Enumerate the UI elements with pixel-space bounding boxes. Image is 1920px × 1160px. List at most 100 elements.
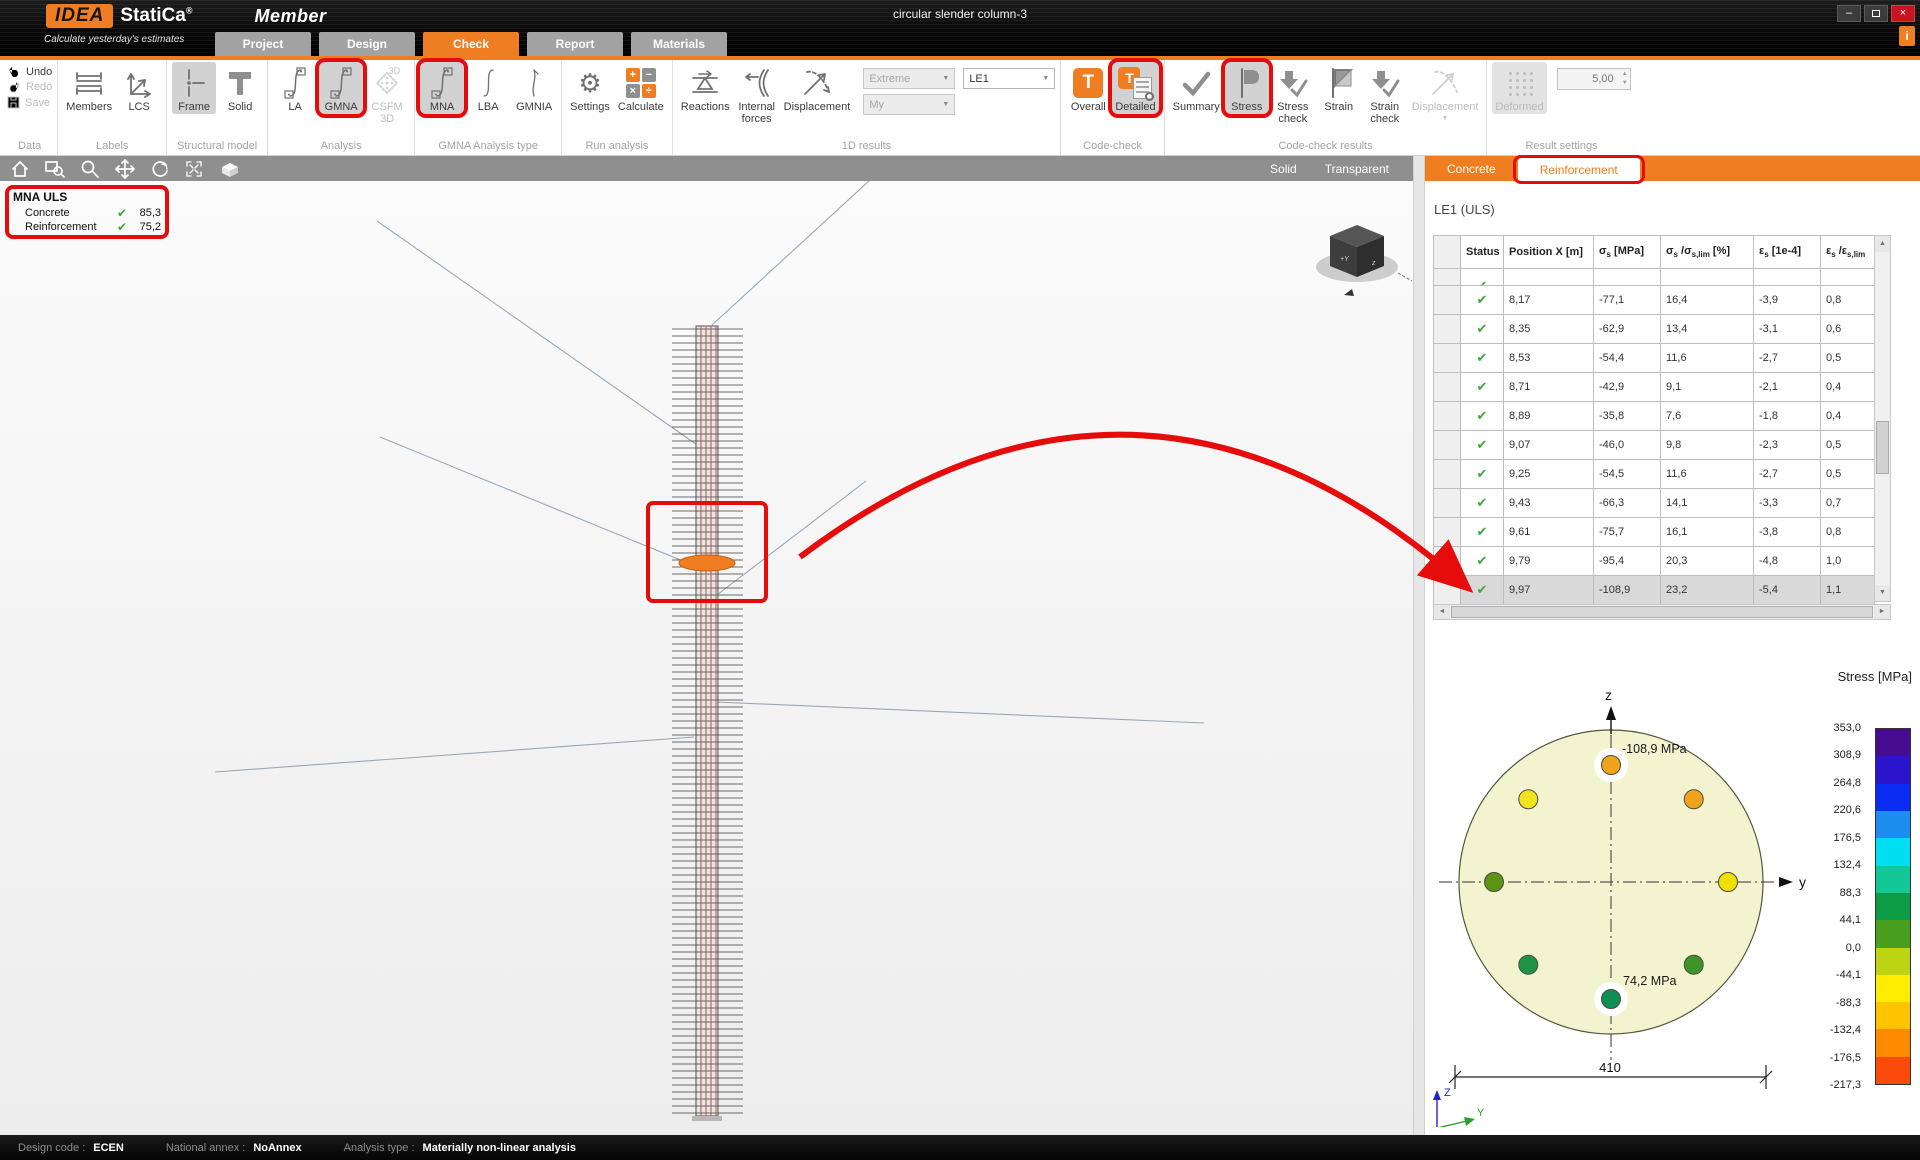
- la-icon: [284, 65, 306, 101]
- zoom-window-icon[interactable]: [44, 159, 66, 179]
- tab-check[interactable]: Check: [423, 32, 519, 56]
- gmna-button[interactable]: GMNA: [319, 62, 363, 114]
- calculate-button[interactable]: +− ×÷ Calculate: [615, 62, 667, 114]
- rebar-point[interactable]: [1602, 756, 1621, 775]
- column-base: [692, 1116, 722, 1121]
- rebar-point[interactable]: [1519, 790, 1538, 809]
- table-row[interactable]: ✔8,35-62,913,4-3,10,6: [1434, 315, 1875, 344]
- table-row[interactable]: ✔9,25-54,511,6-2,70,5: [1434, 460, 1875, 489]
- spinner-arrows-icon[interactable]: ▲▼: [1622, 70, 1628, 88]
- results-table[interactable]: StatusPosition X [m]σs [MPa]σs /σs,lim […: [1433, 235, 1875, 605]
- status-item: National annex :NoAnnex: [166, 1142, 302, 1154]
- table-row[interactable]: ✔9,97-108,923,2-5,41,1: [1434, 576, 1875, 605]
- rebar-point[interactable]: [1519, 955, 1538, 974]
- viewport-toolbar: Solid Transparent: [0, 156, 1413, 181]
- rebar-point[interactable]: [1684, 955, 1703, 974]
- la-button[interactable]: LA: [273, 62, 317, 114]
- stress-button[interactable]: Stress: [1225, 62, 1269, 114]
- frame-button[interactable]: Frame: [172, 62, 216, 114]
- tab-design[interactable]: Design: [319, 32, 415, 56]
- gmnia-label: GMNIA: [516, 101, 552, 113]
- pan-icon[interactable]: [114, 158, 136, 180]
- summary-button[interactable]: Summary: [1170, 62, 1223, 114]
- undo-button[interactable]: Undo: [7, 66, 52, 78]
- loadcase-dropdown[interactable]: LE1▼: [963, 68, 1055, 89]
- table-row[interactable]: ✔: [1434, 269, 1875, 286]
- view-cube[interactable]: +Y z: [1316, 225, 1412, 296]
- table-row[interactable]: ✔8,53-54,411,6-2,70,5: [1434, 344, 1875, 373]
- rebar-point[interactable]: [1684, 790, 1703, 809]
- tab-materials[interactable]: Materials: [631, 32, 727, 56]
- csfm-3d-button[interactable]: 3D CSFM3D: [365, 62, 409, 126]
- tab-project[interactable]: Project: [215, 32, 311, 56]
- rebar-point[interactable]: [1719, 873, 1738, 892]
- tab-reinforcement[interactable]: Reinforcement: [1518, 158, 1640, 181]
- solid-icon: [226, 65, 254, 101]
- table-row[interactable]: ✔9,61-75,716,1-3,80,8: [1434, 518, 1875, 547]
- overall-button[interactable]: T Overall: [1066, 62, 1110, 114]
- table-row[interactable]: ✔9,43-66,314,1-3,30,7: [1434, 489, 1875, 518]
- maximize-button[interactable]: [1864, 5, 1888, 22]
- stress-check-button[interactable]: Stresscheck: [1271, 62, 1315, 126]
- zoom-icon[interactable]: [80, 159, 100, 179]
- settings-button[interactable]: ⚙ Settings: [567, 62, 613, 114]
- solid-display-button[interactable]: Solid: [1270, 162, 1297, 176]
- strain-check-button[interactable]: Straincheck: [1363, 62, 1407, 126]
- table-row[interactable]: ✔9,07-46,09,8-2,30,5: [1434, 431, 1875, 460]
- horizontal-scroll-thumb[interactable]: [1451, 606, 1873, 618]
- window-title: circular slender column-3: [0, 7, 1920, 21]
- transparent-display-button[interactable]: Transparent: [1325, 162, 1389, 176]
- internal-forces-icon: [742, 65, 772, 101]
- checked-section-marker[interactable]: [679, 555, 735, 571]
- lba-button[interactable]: LBA: [466, 62, 510, 114]
- extreme-dropdown[interactable]: Extreme▼: [863, 68, 955, 89]
- strain-button[interactable]: Strain: [1317, 62, 1361, 114]
- minimize-button[interactable]: –: [1837, 5, 1861, 22]
- members-button[interactable]: Members: [63, 62, 115, 114]
- tab-concrete[interactable]: Concrete: [1425, 156, 1518, 181]
- mna-button[interactable]: MNA: [420, 62, 464, 114]
- vertical-scroll-thumb[interactable]: [1876, 421, 1889, 474]
- table-horizontal-scrollbar[interactable]: ◄ ►: [1433, 604, 1891, 620]
- info-button[interactable]: i: [1899, 26, 1915, 46]
- table-row[interactable]: ✔8,71-42,99,1-2,10,4: [1434, 373, 1875, 402]
- group-label-gmna-type: GMNA Analysis type: [420, 139, 556, 155]
- tab-report[interactable]: Report: [527, 32, 623, 56]
- scroll-left-icon[interactable]: ◄: [1434, 605, 1450, 619]
- close-button[interactable]: ×: [1891, 5, 1915, 22]
- table-row[interactable]: ✔9,79-95,420,3-4,81,0: [1434, 547, 1875, 576]
- gmnia-button[interactable]: GMNIA: [512, 62, 556, 114]
- viewport-canvas[interactable]: +Y z MNA ULS Concrete ✔ 85,3 Rei: [0, 181, 1413, 1135]
- deformed-button[interactable]: Deformed: [1492, 62, 1546, 114]
- csfm-3d-icon: 3D: [372, 65, 402, 101]
- viewport-3d[interactable]: Solid Transparent: [0, 156, 1413, 1135]
- rebar-point[interactable]: [1602, 990, 1621, 1009]
- home-view-icon[interactable]: [10, 159, 30, 179]
- rotate-icon[interactable]: [150, 159, 170, 179]
- solid-view-icon[interactable]: [218, 159, 242, 179]
- detailed-label: Detailed: [1115, 101, 1155, 113]
- panel-splitter[interactable]: [1413, 156, 1425, 1135]
- my-dropdown[interactable]: My▼: [863, 94, 955, 115]
- table-vertical-scrollbar[interactable]: ▲ ▼: [1874, 235, 1891, 602]
- scroll-right-icon[interactable]: ►: [1874, 605, 1890, 619]
- legend-band: [1876, 975, 1910, 1002]
- internal-forces-button[interactable]: Internalforces: [735, 62, 779, 126]
- scale-spinner[interactable]: 5,00 ▲▼: [1557, 68, 1631, 90]
- displacement-result-button[interactable]: Displacement ▼: [1409, 62, 1482, 126]
- save-button[interactable]: Save: [7, 96, 50, 109]
- solid-button[interactable]: Solid: [218, 62, 262, 114]
- stress-check-label: Stresscheck: [1277, 101, 1308, 125]
- detailed-button[interactable]: T Detailed: [1112, 62, 1158, 114]
- rebar-point[interactable]: [1485, 873, 1504, 892]
- fit-view-icon[interactable]: [184, 159, 204, 179]
- displacement-button[interactable]: Displacement: [781, 62, 854, 114]
- lcs-button[interactable]: LCS: [117, 62, 161, 114]
- table-row[interactable]: ✔8,17-77,116,4-3,90,8: [1434, 286, 1875, 315]
- group-label-run: Run analysis: [567, 139, 667, 155]
- scroll-up-icon[interactable]: ▲: [1875, 236, 1890, 252]
- redo-button[interactable]: Redo: [7, 81, 52, 93]
- reactions-button[interactable]: Reactions: [678, 62, 733, 114]
- scroll-down-icon[interactable]: ▼: [1875, 585, 1890, 601]
- table-row[interactable]: ✔8,89-35,87,6-1,80,4: [1434, 402, 1875, 431]
